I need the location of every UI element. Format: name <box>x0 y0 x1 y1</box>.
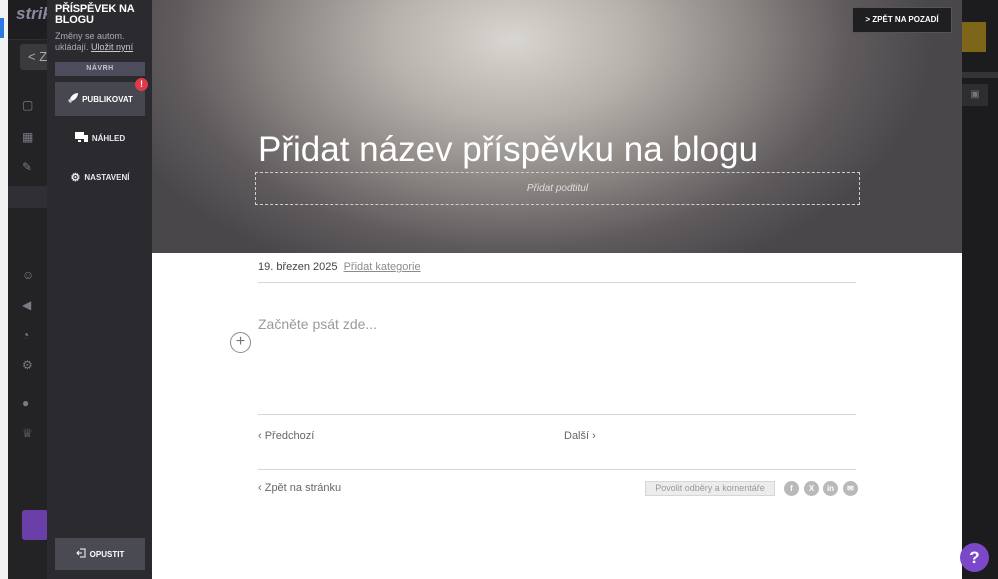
post-content: 19. březen 2025 Přidat kategorie Začněte… <box>152 253 962 579</box>
background-nav-selected <box>8 186 48 208</box>
background-right-strip <box>962 72 998 78</box>
divider <box>258 414 856 415</box>
gear-icon: ⚙ <box>70 171 81 184</box>
background-nav-icon: ▢ <box>22 98 34 112</box>
post-subtitle-field[interactable]: Přidat podtitul <box>255 172 860 205</box>
background-nav-icon: ⚙ <box>22 358 33 372</box>
facebook-icon[interactable]: f <box>784 481 799 496</box>
add-block-button[interactable]: + <box>230 332 251 353</box>
post-title-field[interactable]: Přidat název příspěvku na blogu <box>258 130 898 170</box>
background-nav-icon: ▦ <box>22 130 34 144</box>
email-icon[interactable]: ✉ <box>843 481 858 496</box>
add-categories-link[interactable]: Přidat kategorie <box>344 261 421 273</box>
background-nav-icon: ◔ <box>22 328 30 342</box>
background-nav-icon: ♕ <box>22 426 33 440</box>
leave-button[interactable]: OPUSTIT <box>55 538 145 570</box>
background-nav-icon: ☺ <box>22 268 35 282</box>
post-body-editor[interactable]: Začněte psát zde... <box>258 316 377 332</box>
background-yellow-button <box>962 22 986 52</box>
enable-comments-button[interactable]: Povolit odběry a komentáře <box>645 481 775 496</box>
rocket-icon <box>67 92 79 106</box>
divider <box>258 282 856 283</box>
previous-post-link[interactable]: ‹ Předchozí <box>258 430 314 442</box>
devices-icon <box>74 132 88 144</box>
browser-left-strip <box>0 0 8 579</box>
post-date: 19. březen 2025 <box>258 261 338 273</box>
preview-button[interactable]: NÁHLED <box>55 127 145 149</box>
post-meta: 19. březen 2025 Přidat kategorie <box>258 261 421 273</box>
preview-label: NÁHLED <box>91 133 126 143</box>
background-nav-icon: ✎ <box>22 160 33 174</box>
linkedin-icon[interactable]: in <box>823 481 838 496</box>
settings-label: NASTAVENÍ <box>84 172 130 182</box>
leave-label: OPUSTIT <box>89 549 125 559</box>
background-nav-icon: ◀ <box>22 298 32 312</box>
back-to-background-button[interactable]: > ZPĚT NA POZADÍ <box>852 7 952 33</box>
divider <box>258 469 856 470</box>
blue-marker <box>0 18 4 38</box>
publish-button[interactable]: PUBLIKOVAT <box>55 82 145 116</box>
publish-label: PUBLIKOVAT <box>82 94 133 104</box>
exit-icon <box>75 548 86 560</box>
help-button[interactable]: ? <box>960 543 989 572</box>
panel-title: PŘÍSPĚVEK NA BLOGU <box>55 3 135 26</box>
save-now-link[interactable]: Uložit nyní <box>91 42 133 52</box>
settings-button[interactable]: ⚙ NASTAVENÍ <box>55 166 145 188</box>
background-purple-button <box>22 510 48 540</box>
next-post-link[interactable]: Další › <box>564 430 596 442</box>
background-image-icon: ▣ <box>962 84 988 106</box>
back-to-page-link[interactable]: ‹ Zpět na stránku <box>258 482 341 494</box>
autosave-note: Změny se autom. ukládají. Uložit nyní <box>55 31 150 53</box>
publish-alert-badge: ! <box>135 78 148 91</box>
background-nav-icon: ● <box>22 396 30 410</box>
x-twitter-icon[interactable]: X <box>804 481 819 496</box>
post-hero-header[interactable]: > ZPĚT NA POZADÍ Přidat název příspěvku … <box>152 0 962 253</box>
status-badge: NÁVRH <box>55 62 145 76</box>
